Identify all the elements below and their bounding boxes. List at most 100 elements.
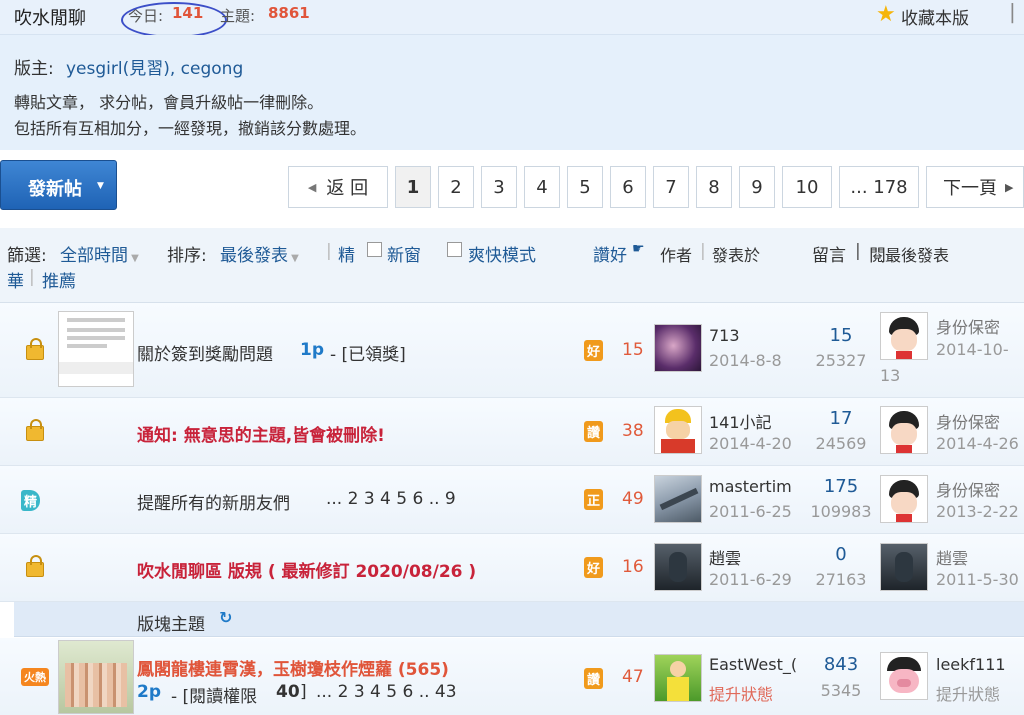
page-number[interactable]: 3: [481, 166, 517, 208]
refresh-icon[interactable]: ↻: [219, 608, 232, 627]
new-post-label[interactable]: 發新帖: [28, 175, 82, 201]
last-post-date[interactable]: 2014-4-26: [936, 434, 1019, 453]
thread-title[interactable]: 通知: 無意思的主題,皆會被刪除!: [137, 421, 385, 446]
post-date: 2014-4-20: [709, 434, 792, 453]
page-number[interactable]: 2: [438, 166, 474, 208]
thread-title[interactable]: 關於簽到獎勵問題: [137, 340, 273, 365]
author-avatar[interactable]: [654, 324, 702, 372]
last-post-date[interactable]: 2013-2-22: [936, 502, 1019, 521]
last-post-date[interactable]: 2011-5-30: [936, 570, 1019, 589]
page-tag[interactable]: 2p: [137, 682, 161, 702]
moderator-names[interactable]: yesgirl(見習), cegong: [66, 54, 243, 79]
reply-count[interactable]: 0: [811, 544, 871, 565]
page-number[interactable]: 8: [696, 166, 732, 208]
last-page-link[interactable]: ... 178: [839, 166, 919, 208]
moderator-label: 版主:: [14, 59, 54, 79]
digest-tag-icon: 精: [21, 490, 41, 511]
topics-count: 8861: [268, 4, 310, 22]
view-count: 27163: [815, 570, 867, 589]
thumb-up-icon: ☛: [632, 241, 645, 257]
forum-name[interactable]: 吹水閒聊: [14, 4, 86, 30]
divider: |: [326, 241, 332, 261]
author-name[interactable]: 713: [709, 326, 740, 345]
view-count: 25327: [815, 351, 867, 370]
collapse-icon[interactable]: ▕: [1000, 4, 1013, 24]
highlight-circle-annotation: [121, 2, 227, 38]
page-number-current[interactable]: 1: [395, 166, 431, 208]
back-button[interactable]: ◀ 返 回: [288, 166, 388, 208]
last-poster-name[interactable]: 身份保密: [936, 477, 1000, 501]
read-permission-label: - [閱讀權限: [171, 687, 258, 707]
digest-filter-link[interactable]: 精: [338, 241, 355, 266]
reply-count[interactable]: 175: [811, 476, 871, 497]
author-name[interactable]: 趙雲: [709, 545, 741, 569]
author-avatar[interactable]: [654, 543, 702, 591]
last-poster-name[interactable]: 身份保密: [936, 314, 1000, 338]
fast-mode-checkbox[interactable]: [447, 242, 462, 257]
forum-rule-line-2: 包括所有互相加分，一經發現，撤銷該分數處理。: [14, 119, 367, 138]
reply-count[interactable]: 17: [811, 408, 871, 429]
last-poster-avatar[interactable]: [880, 543, 928, 591]
last-poster-name[interactable]: 趙雲: [936, 545, 968, 569]
page-number[interactable]: 9: [739, 166, 775, 208]
thread-thumbnail[interactable]: [58, 640, 134, 714]
last-poster-name[interactable]: leekf111: [936, 655, 1006, 674]
thread-thumbnail[interactable]: [58, 311, 134, 387]
sort-value: 最後發表: [220, 246, 288, 266]
like-count: 15: [622, 340, 644, 360]
author-avatar[interactable]: [654, 475, 702, 523]
page-number[interactable]: 6: [610, 166, 646, 208]
last-poster-avatar[interactable]: [880, 312, 928, 360]
last-poster-name[interactable]: 身份保密: [936, 409, 1000, 433]
like-count: 47: [622, 667, 644, 687]
last-post-date[interactable]: 2014-10-: [936, 340, 1009, 359]
thread-title[interactable]: 提醒所有的新朋友們: [137, 489, 290, 514]
rating-badge: 讚: [584, 668, 604, 689]
view-count: 24569: [815, 434, 867, 453]
like-count: 38: [622, 421, 644, 441]
chevron-down-icon[interactable]: ▼: [97, 181, 104, 191]
author-avatar[interactable]: [654, 406, 702, 454]
last-poster-avatar[interactable]: [880, 475, 928, 523]
reply-count[interactable]: 15: [811, 325, 871, 346]
filter-label: 篩選:: [7, 246, 47, 266]
favorite-forum-link[interactable]: 收藏本版: [901, 4, 969, 29]
thread-suffix: - [已領獎]: [330, 345, 406, 365]
last-poster-avatar[interactable]: [880, 652, 928, 700]
new-window-checkbox[interactable]: [367, 242, 382, 257]
page-number[interactable]: 5: [567, 166, 603, 208]
hua-filter-link[interactable]: 華: [7, 267, 24, 292]
author-name[interactable]: EastWest_(: [709, 655, 797, 674]
last-post-date-wrap[interactable]: 13: [880, 366, 900, 385]
recommend-filter-link[interactable]: 推薦: [42, 267, 76, 292]
topics-label: 主題:: [220, 7, 256, 25]
thread-page-links[interactable]: ... 2 3 4 5 6 .. 43: [316, 682, 457, 702]
lock-icon: [26, 338, 44, 360]
author-name[interactable]: mastertim: [709, 477, 792, 496]
page-number[interactable]: 4: [524, 166, 560, 208]
page-tag[interactable]: 1p: [300, 340, 324, 360]
post-date: 2014-8-8: [709, 351, 782, 370]
author-name[interactable]: 141小記: [709, 409, 772, 433]
author-avatar[interactable]: [654, 654, 702, 702]
page-number[interactable]: 10: [782, 166, 832, 208]
time-filter-dropdown[interactable]: 全部時間 ▼: [60, 241, 139, 266]
thread-page-links[interactable]: ... 2 3 4 5 6 .. 9: [326, 489, 456, 509]
last-poster-avatar[interactable]: [880, 406, 928, 454]
view-count: 5345: [820, 681, 862, 700]
like-sort-link[interactable]: 讚好: [593, 241, 627, 266]
read-permission-value: 40: [276, 682, 300, 702]
page-number[interactable]: 7: [653, 166, 689, 208]
thread-title[interactable]: 鳳閣龍樓連霄漢，玉樹瓊枝作煙蘿 (565): [137, 655, 449, 680]
divider: |: [700, 241, 706, 261]
last-poster-status[interactable]: 提升狀態: [936, 681, 1000, 705]
next-page-button[interactable]: 下一頁 ▶: [926, 166, 1024, 208]
star-icon[interactable]: ★: [876, 2, 896, 27]
view-count: 109983: [810, 502, 872, 521]
sort-dropdown[interactable]: 最後發表 ▼: [220, 241, 299, 266]
thread-title[interactable]: 吹水閒聊區 版規 ( 最新修訂 2020/08/26 ): [137, 557, 476, 582]
new-window-label[interactable]: 新窗: [387, 241, 421, 266]
fast-mode-label[interactable]: 爽快模式: [468, 241, 536, 266]
reply-count[interactable]: 843: [811, 654, 871, 675]
author-status[interactable]: 提升狀態: [709, 681, 773, 705]
